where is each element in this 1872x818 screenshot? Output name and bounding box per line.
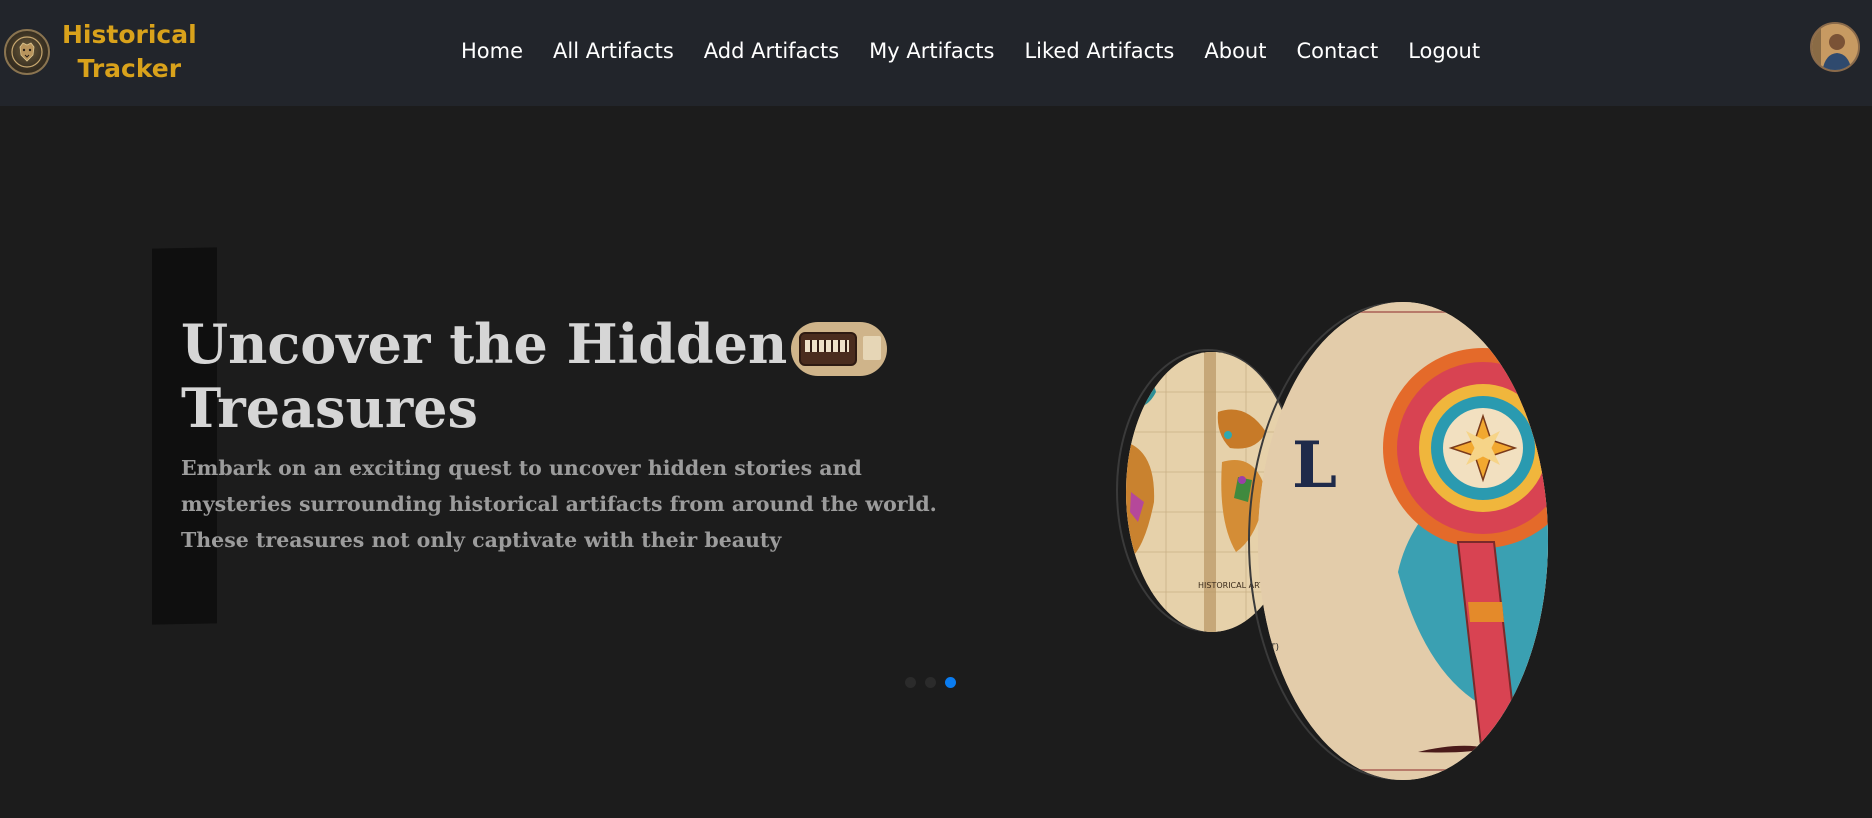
brand-name-line1: Historical: [62, 20, 197, 49]
hero-headline: Uncover the Hidden Treasures: [181, 312, 888, 440]
lion-emblem-icon: [4, 29, 50, 75]
headline-line2: Treasures: [181, 376, 478, 440]
slider-dot-2[interactable]: [925, 677, 936, 688]
hero-section: Uncover the Hidden Treasures Embark on a…: [0, 106, 1872, 818]
brand-name-line2: Tracker: [77, 54, 182, 83]
top-navbar: Historical Tracker Home All Artifacts Ad…: [0, 0, 1872, 106]
slider-dot-1[interactable]: [905, 677, 916, 688]
nav-liked-artifacts[interactable]: Liked Artifacts: [1024, 36, 1174, 66]
nav-all-artifacts[interactable]: All Artifacts: [553, 36, 674, 66]
artifact-poster-image[interactable]: L ECT): [1258, 302, 1548, 780]
artifact-keys-image: [805, 339, 850, 352]
brand-logo[interactable]: Historical Tracker: [4, 18, 197, 86]
artifact-thumbnail-pill: [791, 321, 888, 376]
nav-home[interactable]: Home: [461, 36, 523, 66]
nav-contact[interactable]: Contact: [1296, 36, 1378, 66]
slider-dot-3-active[interactable]: [945, 677, 956, 688]
nav-add-artifacts[interactable]: Add Artifacts: [704, 36, 839, 66]
headline-line1: Uncover the Hidden: [181, 312, 788, 376]
nav-logout[interactable]: Logout: [1408, 36, 1480, 66]
brand-name: Historical Tracker: [62, 18, 197, 86]
poster-letter: L: [1292, 428, 1337, 503]
artifact-note-image: [863, 335, 882, 360]
nav-about[interactable]: About: [1204, 36, 1266, 66]
slider-pagination: [905, 677, 965, 688]
main-navigation: Home All Artifacts Add Artifacts My Arti…: [461, 36, 1510, 66]
user-avatar[interactable]: [1810, 22, 1860, 72]
nav-my-artifacts[interactable]: My Artifacts: [869, 36, 994, 66]
hero-description: Embark on an exciting quest to uncover h…: [181, 456, 937, 552]
